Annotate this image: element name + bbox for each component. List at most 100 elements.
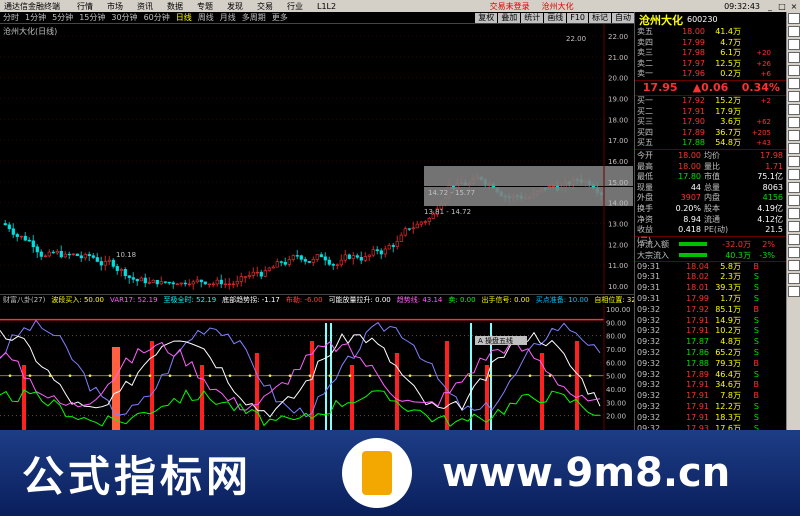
quote-level-label: 卖一 [637,69,653,79]
period-60min[interactable]: 60分钟 [141,12,173,23]
midline-dot [448,374,452,377]
tool-auto[interactable]: 自动 [612,12,634,23]
tool-stats[interactable]: 统计 [521,12,544,23]
sidebar-tool-icon[interactable] [788,13,800,24]
menu-item-quotes[interactable]: 行情 [70,1,100,12]
quote-level-label: 卖二 [637,58,653,68]
price-tick-label: 14.00 [608,200,628,208]
price-grid [0,35,634,287]
quote-level-price: 17.90 [682,117,705,127]
minimize-icon[interactable]: _ [764,2,776,11]
tick-volume: 39.3万 [715,283,741,293]
tool-adjust[interactable]: 复权 [475,12,498,23]
stat-value: 4156 [762,193,783,203]
legend-entry: 出手信号: 0.00 [481,296,530,304]
sidebar-tool-icon[interactable] [788,221,800,232]
quote-panel: 沧州大化 600230 卖五 18.00 41.4万 卖四 17.99 4.7万 卖三 17.… [634,12,786,433]
period-multi[interactable]: 多周期 [239,12,269,23]
period-weekly[interactable]: 周线 [195,12,217,23]
price-chart[interactable]: 14.72 - 15.77 13.81 - 14.72 22.00 10.18 … [0,24,634,294]
tick-price: 17.99 [686,294,709,304]
candle-body [375,249,379,252]
period-daily[interactable]: 日线 [173,12,195,23]
stat-value: 0.418 [678,225,701,235]
maximize-icon[interactable]: □ [776,2,788,11]
menu-item-trade[interactable]: 交易 [250,1,280,12]
right-sidebar [786,12,800,430]
quote-level-label: 买一 [637,95,653,105]
menu-item-market[interactable]: 市场 [100,1,130,12]
tick-price: 17.91 [686,412,709,422]
sidebar-tool-icon[interactable] [788,130,800,141]
quote-level-change: +20 [756,49,771,58]
sidebar-tool-icon[interactable] [788,65,800,76]
tool-mark[interactable]: 标记 [589,12,611,23]
menu-item-topics[interactable]: 专题 [190,1,220,12]
menu-item-discover[interactable]: 发现 [220,1,250,12]
tick-direction: S [753,315,759,325]
indicator-box[interactable]: A 操盘五线 [475,336,527,345]
sidebar-tool-icon[interactable] [788,117,800,128]
sidebar-tool-icon[interactable] [788,286,800,297]
period-1min[interactable]: 1分钟 [22,12,49,23]
period-5min[interactable]: 5分钟 [49,12,76,23]
sidebar-tool-icon[interactable] [788,52,800,63]
tick-volume: 1.7万 [720,294,741,304]
indicator-tick-label: 100.00 [606,306,631,314]
quote-level-row: 卖一 17.96 0.2万 +6 [635,69,786,80]
sidebar-tool-icon[interactable] [788,26,800,37]
tick-price: 17.89 [686,369,709,379]
candle-body [307,261,311,263]
period-more[interactable]: 更多 [269,12,291,23]
tick-time: 09:32 [637,348,661,358]
period-intraday[interactable]: 分时 [0,12,22,23]
sidebar-tool-icon[interactable] [788,182,800,193]
menu-item-news[interactable]: 资讯 [130,1,160,12]
tick-volume: 7.8万 [720,391,741,401]
sidebar-tool-icon[interactable] [788,104,800,115]
candle-body [239,276,243,282]
midline-dot [428,374,432,377]
candle-body [383,248,387,255]
quote-level-label: 卖四 [637,37,653,47]
login-status[interactable]: 交易未登录 [484,1,536,12]
tick-volume: 2.3万 [720,272,741,282]
menu-item-industry[interactable]: 行业 [280,1,310,12]
tool-overlay[interactable]: 叠加 [498,12,521,23]
close-icon[interactable]: × [788,2,800,11]
midline-dot [288,374,292,377]
sidebar-tool-icon[interactable] [788,260,800,271]
stat-row: 外盘 3907 内盘 4156 [635,193,786,204]
tool-draw[interactable]: 画线 [544,12,567,23]
period-15min[interactable]: 15分钟 [76,12,108,23]
period-monthly[interactable]: 月线 [217,12,239,23]
sidebar-tool-icon[interactable] [788,247,800,258]
sidebar-tool-icon[interactable] [788,78,800,89]
low-price-label: 10.18 [116,251,136,259]
sidebar-tool-icon[interactable] [788,169,800,180]
sidebar-tool-icon[interactable] [788,195,800,206]
sidebar-tool-icon[interactable] [788,39,800,50]
menu-item-l1l2[interactable]: L1L2 [310,2,343,11]
tick-volume: 5.8万 [720,261,741,271]
tick-row: 09:31 17.99 1.7万 S [635,294,786,305]
sidebar-tool-icon[interactable] [788,143,800,154]
sidebar-tool-icon[interactable] [788,208,800,219]
stock-link[interactable]: 沧州大化 [536,1,580,12]
tick-list[interactable]: 09:31 18.04 5.8万 B 09:31 18.02 2.3万 S 09:31 18.01… [635,260,786,435]
tool-f10[interactable]: F10 [567,12,588,23]
tick-volume: 10.2万 [715,326,741,336]
tick-direction: B [753,391,760,401]
period-30min[interactable]: 30分钟 [108,12,140,23]
sidebar-tool-icon[interactable] [788,91,800,102]
sidebar-tool-icon[interactable] [788,273,800,284]
menu-item-data[interactable]: 数据 [160,1,190,12]
candle-body [387,245,391,250]
stat-label: 最高 [637,161,653,171]
candle-body [227,283,231,286]
indicator-chart[interactable]: A 操盘五线 100.00 90.00 80.00 70.00 60.00 50.00 40… [0,305,634,430]
quote-level-label: 买四 [637,127,653,137]
sidebar-tool-icon[interactable] [788,156,800,167]
stock-code: 600230 [687,15,718,24]
sidebar-tool-icon[interactable] [788,234,800,245]
